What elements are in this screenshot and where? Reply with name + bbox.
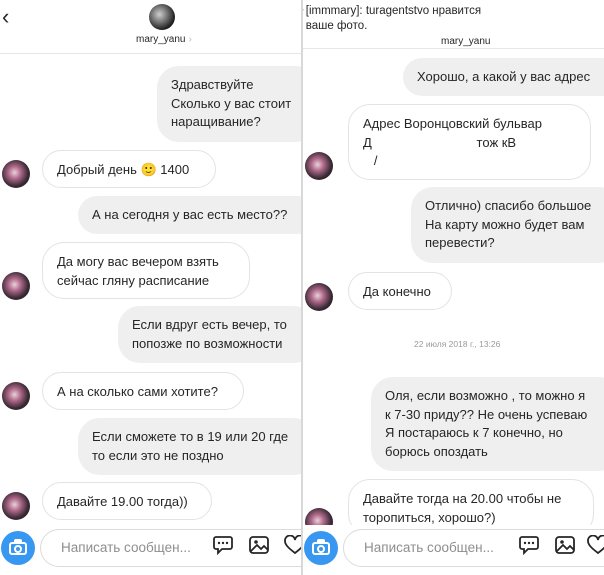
message-incoming[interactable]: А на сколько сами хотите? [42, 372, 244, 410]
header-divider [0, 53, 302, 54]
avatar[interactable] [305, 152, 333, 180]
message-text: Давайте тогда на 20.00 чтобы не торопить… [363, 491, 562, 525]
message-incoming[interactable]: Адрес Воронцовский бульвар Д тож кВ / [348, 104, 591, 180]
chat-panel-left: ‹ mary_yanu › Здравствуйте Сколько у вас … [0, 0, 302, 575]
push-notification[interactable]: ☆[immmary]: turagentstvo нравится ваше ф… [303, 4, 481, 34]
message-text: Давайте 19.00 тогда)) [57, 494, 188, 509]
notification-text: [immmary]: turagentstvo нравится ваше фо… [305, 5, 482, 32]
message-text: А на сегодня у вас есть место?? [92, 207, 288, 222]
message-incoming[interactable]: Добрый день 🙂 1400 [42, 150, 216, 188]
heart-icon[interactable] [587, 535, 604, 555]
message-outgoing[interactable]: Здравствуйте Сколько у вас стоит наращив… [157, 66, 302, 142]
back-arrow-icon[interactable]: ‹ [2, 6, 9, 28]
message-timestamp: 22 июля 2018 г., 13:26 [414, 339, 501, 349]
message-outgoing[interactable]: Оля, если возможно , то можно я к 7-30 п… [371, 377, 604, 471]
image-icon[interactable] [248, 535, 270, 555]
avatar[interactable] [2, 160, 30, 188]
message-text: Добрый день 🙂 1400 [57, 162, 190, 177]
message-text: Здравствуйте Сколько у вас стоит наращив… [171, 77, 292, 129]
message-outgoing[interactable]: Хорошо, а какой у вас адрес [403, 58, 604, 96]
star-icon: ☆ [303, 4, 305, 18]
heart-icon[interactable] [284, 535, 302, 555]
header-username[interactable]: mary_yanu [441, 36, 490, 47]
message-text: Если сможете то в 19 или 20 где то если … [92, 429, 289, 463]
camera-button[interactable] [1, 531, 35, 565]
message-composer: Написать сообщен... [0, 525, 302, 575]
message-text: Да конечно [363, 284, 431, 299]
image-icon[interactable] [554, 535, 576, 555]
message-text: Адрес Воронцовский бульвар Д тож кВ / [363, 116, 542, 168]
message-outgoing[interactable]: Если сможете то в 19 или 20 где то если … [78, 418, 302, 475]
message-text: Если вдруг есть вечер, то попозже по воз… [132, 317, 287, 351]
message-incoming[interactable]: Да конечно [348, 272, 452, 310]
chat-panel-right: ☆[immmary]: turagentstvo нравится ваше ф… [303, 0, 604, 575]
avatar[interactable] [2, 492, 30, 520]
camera-icon [14, 545, 22, 553]
message-outgoing[interactable]: А на сегодня у вас есть место?? [78, 196, 302, 234]
message-composer: Написать сообщен... [303, 525, 604, 575]
camera-icon [317, 545, 325, 553]
header-username-wrap[interactable]: mary_yanu › [136, 34, 192, 45]
message-incoming[interactable]: Давайте 19.00 тогда)) [42, 482, 212, 520]
chevron-right-icon: › [188, 34, 192, 45]
message-placeholder: Написать сообщен... [61, 540, 191, 555]
message-text: Оля, если возможно , то можно я к 7-30 п… [385, 388, 588, 459]
message-text: Да могу вас вечером взять сейчас гляну р… [57, 254, 219, 288]
message-outgoing[interactable]: Если вдруг есть вечер, то попозже по воз… [118, 306, 302, 363]
message-outgoing[interactable]: Отлично) спасибо большое На карту можно … [411, 187, 604, 263]
header-divider [303, 48, 604, 49]
avatar[interactable] [2, 382, 30, 410]
avatar[interactable] [305, 283, 333, 311]
avatar[interactable] [2, 272, 30, 300]
chat-bubble-icon[interactable] [518, 535, 540, 555]
header-avatar[interactable] [149, 4, 175, 30]
message-text: Отлично) спасибо большое На карту можно … [425, 198, 592, 250]
message-text: Хорошо, а какой у вас адрес [417, 69, 591, 84]
chat-bubble-icon[interactable] [212, 535, 234, 555]
message-text: А на сколько сами хотите? [57, 384, 218, 399]
message-placeholder: Написать сообщен... [364, 540, 494, 555]
message-incoming[interactable]: Да могу вас вечером взять сейчас гляну р… [42, 242, 250, 299]
camera-button[interactable] [304, 531, 338, 565]
header-username: mary_yanu [136, 34, 186, 45]
